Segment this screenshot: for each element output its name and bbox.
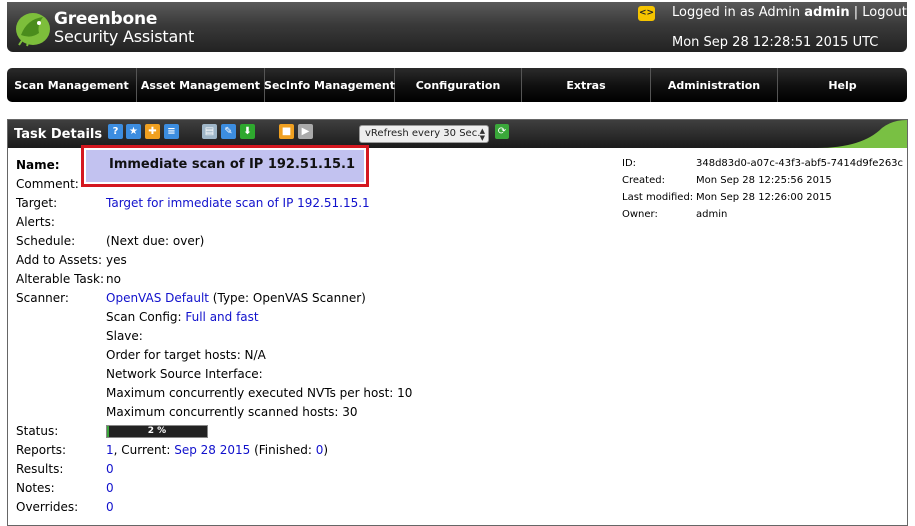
- scanner-label: Scanner:: [16, 291, 69, 305]
- brand-name: Greenbone: [54, 9, 158, 29]
- trashcan-icon[interactable]: ▤: [202, 124, 217, 139]
- results-label: Results:: [16, 462, 64, 476]
- add-to-assets-label: Add to Assets:: [16, 253, 103, 267]
- chevron-updown-icon: ▲ ▼: [479, 127, 485, 142]
- comment-label: Comment:: [16, 177, 79, 191]
- scanner-type: (Type: OpenVAS Scanner): [208, 291, 366, 305]
- main-nav: Scan Management Asset Management SecInfo…: [7, 68, 907, 102]
- panel-title: Task Details: [14, 127, 103, 142]
- refresh-select-value: vRefresh every 30 Sec.: [365, 128, 481, 139]
- task-list-icon[interactable]: ≡: [164, 124, 179, 139]
- new-task-icon[interactable]: ✚: [145, 124, 160, 139]
- task-details-header: Task Details ? ★ ✚ ≡ ▤ ✎ ⬇ ■ ▶ vRefresh …: [8, 120, 907, 148]
- schedule-value: (Next due: over): [106, 234, 205, 248]
- nav-configuration[interactable]: Configuration: [395, 68, 522, 102]
- username: admin: [804, 5, 850, 20]
- created-value: Mon Sep 28 12:25:56 2015: [696, 175, 832, 186]
- brand-subtitle: Security Assistant: [54, 27, 195, 46]
- alterable-value: no: [106, 272, 121, 286]
- separator: |: [853, 5, 859, 20]
- max-nvts-per-host: Maximum concurrently executed NVTs per h…: [106, 386, 413, 400]
- help-icon[interactable]: ?: [108, 124, 123, 139]
- login-status: Logged in as Admin admin | Logout: [672, 5, 907, 20]
- results-link[interactable]: 0: [106, 462, 114, 476]
- alterable-label: Alterable Task:: [16, 272, 105, 286]
- task-details-panel: Task Details ? ★ ✚ ≡ ▤ ✎ ⬇ ■ ▶ vRefresh …: [7, 119, 908, 526]
- slave-label: Slave:: [106, 329, 143, 343]
- task-details-body: Name: Immediate scan of IP 192.51.15.1 C…: [8, 145, 907, 525]
- schedule-label: Schedule:: [16, 234, 76, 248]
- nav-scan-management[interactable]: Scan Management: [7, 68, 137, 102]
- scan-config-link[interactable]: Full and fast: [185, 310, 258, 324]
- scanner-value: OpenVAS Default (Type: OpenVAS Scanner): [106, 291, 366, 305]
- id-value: 348d83d0-a07c-43f3-abf5-7414d9fe263c: [696, 158, 904, 169]
- notes-link[interactable]: 0: [106, 481, 114, 495]
- scanner-link[interactable]: OpenVAS Default: [106, 291, 209, 305]
- id-label: ID:: [622, 158, 637, 169]
- task-name: Immediate scan of IP 192.51.15.1: [109, 157, 356, 172]
- logout-link[interactable]: Logout: [862, 5, 907, 20]
- nav-administration[interactable]: Administration: [651, 68, 778, 102]
- progress-text: 2 %: [147, 426, 167, 436]
- network-source-interface: Network Source Interface:: [106, 367, 263, 381]
- edit-icon[interactable]: ✎: [221, 124, 236, 139]
- owner-label: Owner:: [622, 209, 658, 220]
- scan-config-label: Scan Config:: [106, 310, 186, 324]
- current-report-link[interactable]: Sep 28 2015: [174, 443, 250, 457]
- reports-finished-close: ): [323, 443, 329, 457]
- nav-asset-management[interactable]: Asset Management: [137, 68, 265, 102]
- header-decoration: [817, 120, 907, 148]
- logged-in-text: Logged in as Admin: [672, 5, 805, 20]
- overrides-label: Overrides:: [16, 500, 79, 514]
- status-label: Status:: [16, 424, 59, 438]
- owner-value: admin: [696, 209, 728, 220]
- reports-count-link[interactable]: 1: [106, 443, 114, 457]
- stop-icon[interactable]: ■: [279, 124, 294, 139]
- app-header: Greenbone Security Assistant <> Logged i…: [7, 2, 907, 52]
- reports-finished-label: (Finished:: [250, 443, 316, 457]
- refresh-interval-select[interactable]: vRefresh every 30 Sec. ▲ ▼: [359, 125, 489, 143]
- nav-extras[interactable]: Extras: [522, 68, 651, 102]
- greenbone-logo-icon: [16, 13, 50, 47]
- target-link[interactable]: Target for immediate scan of IP 192.51.1…: [106, 196, 370, 210]
- add-to-assets-value: yes: [106, 253, 127, 267]
- resume-icon[interactable]: ▶: [298, 124, 313, 139]
- nav-secinfo-management[interactable]: SecInfo Management: [264, 68, 395, 102]
- code-icon[interactable]: <>: [638, 6, 655, 21]
- reports-value: 1, Current: Sep 28 2015 (Finished: 0): [106, 443, 328, 457]
- notes-label: Notes:: [16, 481, 55, 495]
- order-target-hosts: Order for target hosts: N/A: [106, 348, 266, 362]
- modified-label: Last modified:: [622, 192, 694, 203]
- status-progress-bar[interactable]: 2 %: [106, 425, 208, 438]
- refresh-icon[interactable]: ⟳: [495, 124, 509, 139]
- max-scanned-hosts: Maximum concurrently scanned hosts: 30: [106, 405, 358, 419]
- overrides-link[interactable]: 0: [106, 500, 114, 514]
- name-label: Name:: [16, 158, 60, 172]
- new-task-wizard-icon[interactable]: ★: [126, 124, 141, 139]
- target-label: Target:: [16, 196, 58, 210]
- created-label: Created:: [622, 175, 665, 186]
- modified-value: Mon Sep 28 12:26:00 2015: [696, 192, 832, 203]
- server-datetime: Mon Sep 28 12:28:51 2015 UTC: [672, 35, 879, 50]
- reports-label: Reports:: [16, 443, 67, 457]
- task-name-highlight: Immediate scan of IP 192.51.15.1: [81, 145, 369, 187]
- scan-config: Scan Config: Full and fast: [106, 310, 259, 324]
- alerts-label: Alerts:: [16, 215, 55, 229]
- nav-help[interactable]: Help: [778, 68, 907, 102]
- reports-current-label: , Current:: [113, 443, 175, 457]
- export-icon[interactable]: ⬇: [240, 124, 255, 139]
